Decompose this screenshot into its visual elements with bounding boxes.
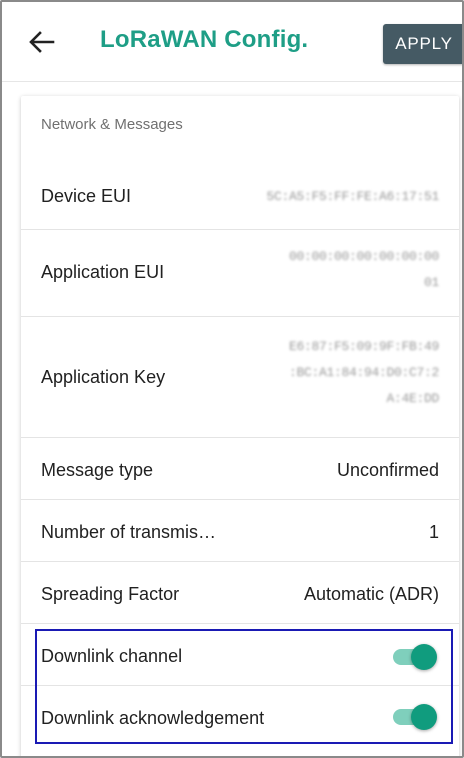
downlink-channel-row: Downlink channel (21, 623, 459, 685)
message-type-label: Message type (41, 460, 154, 480)
spreading-factor-value: Automatic (ADR) (303, 584, 439, 604)
application-key-row[interactable]: Application Key E6:87:F5:09:9F:FB:49 :BC… (21, 316, 459, 437)
application-key-value: E6:87:F5:09:9F:FB:49 :BC:A1:84:94:D0:C7:… (288, 339, 439, 406)
downlink-ack-label: Downlink acknowledgement (41, 708, 265, 728)
spreading-factor-label: Spreading Factor (41, 584, 180, 604)
application-key-label: Application Key (41, 367, 166, 387)
apply-button[interactable]: APPLY (383, 24, 462, 64)
app-frame: LoRaWAN Config. APPLY Network & Messages… (0, 0, 464, 758)
arrow-left-icon (29, 31, 55, 53)
app-bar: LoRaWAN Config. APPLY (2, 2, 462, 82)
section-header: Network & Messages (41, 116, 183, 133)
settings-card: Network & Messages Device EUI 5C:A5:F5:F… (21, 96, 459, 756)
transmissions-value: 1 (428, 522, 439, 542)
application-eui-row[interactable]: Application EUI 00:00:00:00:00:00:00 01 (21, 229, 459, 316)
message-type-value: Unconfirmed (336, 460, 439, 480)
downlink-channel-toggle[interactable] (391, 642, 439, 672)
toggle-thumb (411, 644, 437, 670)
device-eui-row[interactable]: Device EUI 5C:A5:F5:FF:FE:A6:17:51 (21, 162, 459, 232)
spreading-factor-row[interactable]: Spreading Factor Automatic (ADR) (21, 561, 459, 623)
back-button[interactable] (24, 24, 60, 60)
downlink-ack-toggle[interactable] (391, 702, 439, 732)
page-title: LoRaWAN Config. (100, 26, 309, 53)
application-eui-label: Application EUI (41, 262, 165, 282)
application-eui-value: 00:00:00:00:00:00:00 01 (288, 249, 439, 290)
transmissions-row[interactable]: Number of transmis… 1 (21, 499, 459, 561)
downlink-ack-row: Downlink acknowledgement (21, 685, 459, 747)
transmissions-label: Number of transmis… (41, 522, 217, 542)
downlink-channel-label: Downlink channel (41, 646, 183, 666)
device-eui-value: 5C:A5:F5:FF:FE:A6:17:51 (266, 189, 439, 204)
device-eui-label: Device EUI (41, 186, 132, 206)
message-type-row[interactable]: Message type Unconfirmed (21, 437, 459, 499)
toggle-thumb (411, 704, 437, 730)
